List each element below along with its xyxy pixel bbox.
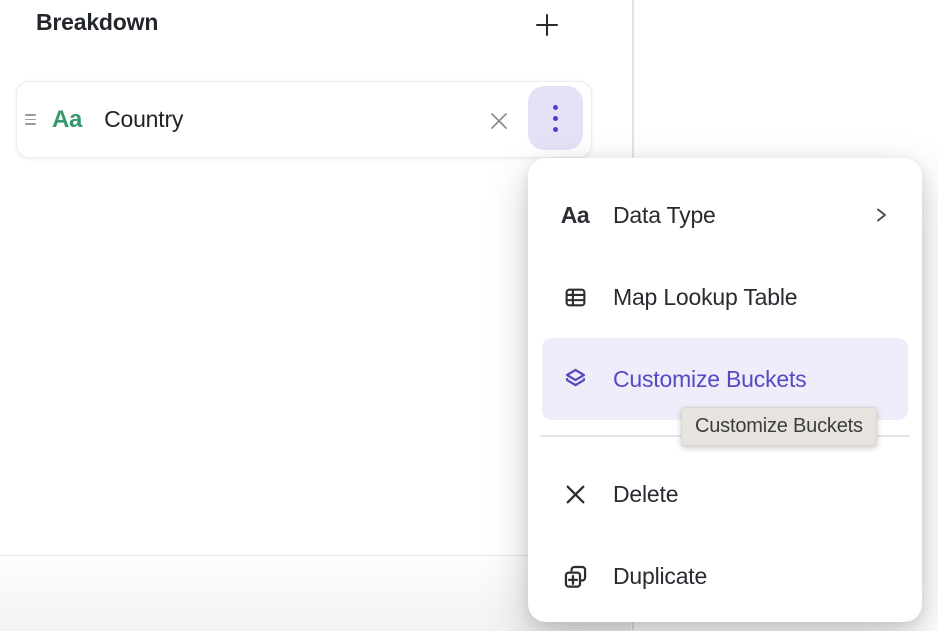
menu-item-label: Map Lookup Table bbox=[613, 284, 797, 311]
menu-item-label: Duplicate bbox=[613, 563, 707, 590]
remove-field-button[interactable] bbox=[485, 107, 513, 135]
chevron-right-icon bbox=[874, 207, 888, 223]
panel-title: Breakdown bbox=[36, 9, 158, 36]
text-type-icon: Aa bbox=[52, 106, 82, 134]
menu-item-delete[interactable]: Delete bbox=[528, 453, 922, 535]
field-options-button[interactable] bbox=[528, 86, 583, 150]
menu-item-map-lookup-table[interactable]: Map Lookup Table bbox=[528, 256, 922, 338]
table-icon bbox=[560, 285, 590, 310]
x-icon bbox=[560, 482, 590, 507]
field-options-menu: Aa Data Type Map Lookup Table Customize … bbox=[528, 158, 922, 622]
close-icon bbox=[488, 110, 510, 132]
drag-handle-icon[interactable] bbox=[23, 108, 38, 131]
tooltip: Customize Buckets bbox=[681, 407, 877, 446]
menu-item-label: Data Type bbox=[613, 202, 716, 229]
breakdown-field-card[interactable]: Aa Country bbox=[16, 81, 592, 158]
menu-item-duplicate[interactable]: Duplicate bbox=[528, 535, 922, 617]
stack-icon bbox=[560, 366, 590, 393]
text-type-icon: Aa bbox=[560, 202, 590, 229]
plus-icon bbox=[533, 11, 561, 39]
duplicate-icon bbox=[560, 563, 590, 590]
menu-item-data-type[interactable]: Aa Data Type bbox=[528, 174, 922, 256]
field-name: Country bbox=[104, 106, 183, 133]
menu-item-label: Delete bbox=[613, 481, 678, 508]
kebab-menu-icon bbox=[553, 105, 558, 132]
menu-item-label: Customize Buckets bbox=[613, 366, 806, 393]
add-breakdown-button[interactable] bbox=[531, 9, 563, 41]
tooltip-text: Customize Buckets bbox=[695, 415, 863, 438]
